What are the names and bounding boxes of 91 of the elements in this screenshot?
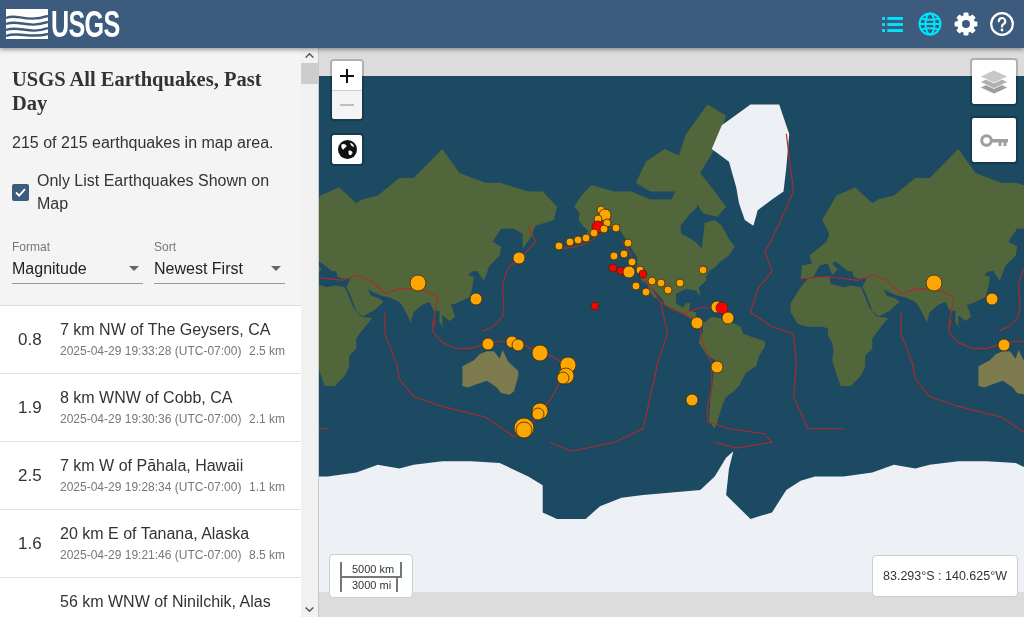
caret-icon	[271, 266, 281, 271]
logo-text[interactable]: USGS	[51, 5, 120, 43]
location-text: 56 km WNW of Ninilchik, Alas	[60, 592, 271, 612]
earthquake-marker[interactable]	[641, 287, 651, 297]
magnitude-text: 1.6	[17, 533, 43, 554]
dropdown-label: Sort	[154, 240, 177, 254]
zoom-in-button[interactable]	[332, 61, 362, 90]
earthquake-marker[interactable]	[715, 301, 729, 315]
earthquake-marker[interactable]	[556, 371, 570, 385]
magnitude-text: 0.8	[17, 329, 43, 350]
earthquake-marker[interactable]	[409, 274, 427, 292]
earthquake-marker[interactable]	[573, 235, 583, 245]
earthquake-marker[interactable]	[565, 237, 575, 247]
earthquake-marker[interactable]	[997, 338, 1011, 352]
earthquake-marker[interactable]	[469, 292, 483, 306]
earthquake-marker[interactable]	[647, 276, 657, 286]
earthquake-marker[interactable]	[698, 265, 708, 275]
earthquake-marker[interactable]	[638, 269, 648, 279]
scale-bar: 3000 mi	[340, 576, 398, 592]
globe-icon[interactable]	[918, 12, 942, 36]
map-panel[interactable]: 5000 km 3000 mi 83.293°S : 140.625°W	[319, 48, 1024, 617]
caret-icon	[129, 266, 139, 271]
checkbox[interactable]	[12, 183, 29, 201]
globe-button[interactable]	[330, 133, 364, 166]
earthquake-marker[interactable]	[531, 344, 549, 362]
earthquake-marker[interactable]	[602, 218, 612, 228]
layers-button[interactable]	[970, 58, 1018, 106]
earthquake-marker[interactable]	[685, 393, 699, 407]
location-text: 20 km E of Tanana, Alaska	[60, 524, 251, 544]
earthquake-marker[interactable]	[599, 224, 609, 234]
key-button[interactable]	[970, 116, 1018, 164]
key-icon	[980, 133, 1008, 147]
earthquake-marker[interactable]	[511, 338, 525, 352]
location-text: 7 km W of Pāhala, Hawaii	[60, 456, 245, 476]
depth-text: 2.1 km	[249, 411, 285, 427]
chevron-up-icon[interactable]	[305, 53, 314, 58]
earthquake-marker[interactable]	[985, 292, 999, 306]
earthquake-marker[interactable]	[710, 360, 724, 374]
earthquake-marker[interactable]	[925, 274, 943, 292]
earthquake-marker[interactable]	[721, 311, 735, 325]
earthquake-marker[interactable]	[663, 285, 673, 295]
wave-logo-icon[interactable]	[6, 9, 48, 39]
earthquake-marker[interactable]	[611, 223, 621, 233]
earthquake-marker[interactable]	[608, 263, 618, 273]
list-view-icon[interactable]	[882, 16, 903, 32]
earthquake-marker[interactable]	[627, 257, 637, 267]
time-text: 2025-04-29 19:28:34 (UTC-07:00)	[60, 479, 242, 495]
dropdown-select[interactable]: Newest First	[154, 254, 285, 284]
time-text: 2025-04-29 19:30:36 (UTC-07:00)	[60, 411, 242, 427]
dropdown-select[interactable]: Magnitude	[12, 254, 143, 284]
magnitude-text: 2.5	[17, 465, 43, 486]
layers-icon	[980, 69, 1008, 95]
earthquake-count-text: 215 of 215 earthquakes in map area.	[12, 133, 275, 153]
earthquake-marker[interactable]	[481, 337, 495, 351]
globe-icon	[337, 140, 357, 159]
earthquake-marker[interactable]	[590, 301, 600, 311]
depth-text: 2.5 km	[249, 343, 285, 359]
scrollbar[interactable]	[301, 48, 319, 617]
chevron-down-icon[interactable]	[305, 607, 314, 612]
time-text: 2025-04-29 19:33:28 (UTC-07:00)	[60, 343, 242, 359]
time-text: 2025-04-29 19:21:46 (UTC-07:00)	[60, 547, 242, 563]
location-text: 7 km NW of The Geysers, CA	[60, 320, 272, 340]
earthquake-marker[interactable]	[581, 233, 591, 243]
settings-icon[interactable]	[954, 12, 978, 36]
earthquake-marker[interactable]	[589, 228, 599, 238]
checkmark-icon	[15, 187, 26, 197]
earthquake-marker[interactable]	[656, 278, 666, 288]
plus-icon	[340, 68, 354, 83]
minus-icon	[340, 104, 354, 106]
earthquake-marker[interactable]	[609, 251, 619, 261]
earthquake-marker[interactable]	[623, 238, 633, 248]
depth-text: 8.5 km	[249, 547, 285, 563]
cursor-coordinates: 83.293°S : 140.625°W	[872, 555, 1018, 597]
location-text: 8 km WNW of Cobb, CA	[60, 388, 234, 408]
earthquake-marker[interactable]	[631, 281, 641, 291]
scrollbar-thumb[interactable]	[301, 63, 318, 84]
earthquake-marker[interactable]	[512, 251, 526, 265]
feed-title: USGS All Earthquakes, Past Day	[12, 67, 263, 115]
dropdown-label: Format	[12, 240, 51, 254]
earthquake-marker[interactable]	[690, 316, 704, 330]
earthquake-marker[interactable]	[515, 421, 533, 439]
earthquake-marker[interactable]	[622, 265, 636, 279]
earthquake-marker[interactable]	[554, 241, 564, 251]
earthquake-marker[interactable]	[531, 407, 545, 421]
earthquake-marker[interactable]	[675, 278, 685, 288]
earthquake-marker[interactable]	[619, 249, 629, 259]
scale-bar: 5000 km	[340, 562, 402, 578]
help-icon[interactable]	[990, 12, 1014, 36]
magnitude-text: 1.9	[17, 397, 43, 418]
depth-text: 1.1 km	[249, 479, 285, 495]
checkbox-label[interactable]: Only List Earthquakes Shown on Map	[37, 169, 289, 215]
